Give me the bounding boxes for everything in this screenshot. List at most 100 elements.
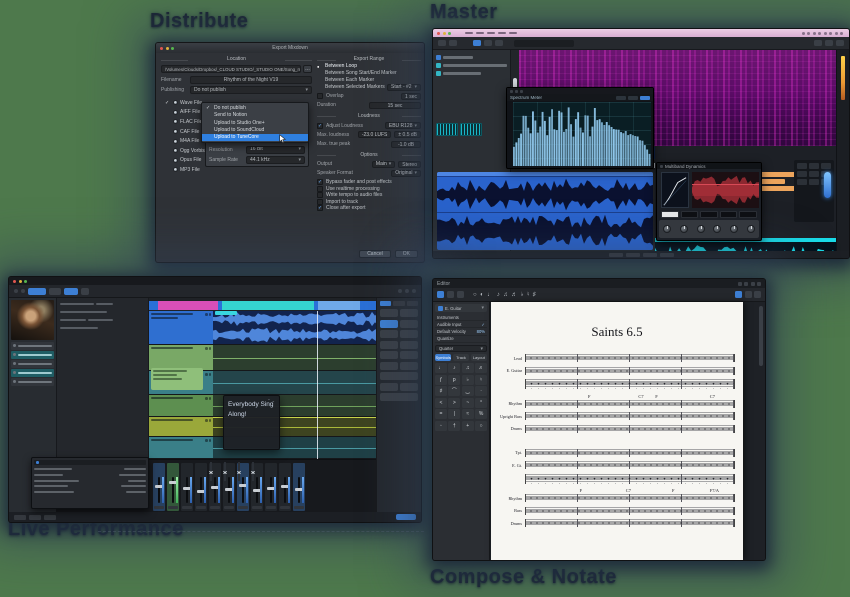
track-header[interactable]	[149, 437, 213, 459]
clip-thumbnails[interactable]	[436, 123, 507, 136]
staff[interactable]	[525, 425, 735, 433]
symbol-button[interactable]: ♪	[448, 363, 460, 373]
patch-tabs[interactable]	[380, 301, 418, 306]
sidebar-tab[interactable]: Track	[453, 354, 469, 361]
value-displays[interactable]	[661, 211, 757, 218]
mini-window-titlebar[interactable]	[34, 460, 146, 465]
mixer-channel[interactable]	[195, 463, 207, 511]
play-button[interactable]	[28, 288, 46, 295]
note-duration-button[interactable]: ♭	[521, 290, 524, 300]
max-loudness-value[interactable]: -23.0 LUFS	[358, 131, 392, 138]
checkbox-icon[interactable]	[317, 192, 323, 198]
timeline-ruler[interactable]	[149, 301, 378, 310]
setlist-item[interactable]	[11, 378, 54, 386]
lyrics-overlay[interactable]: ⌃⌄ Everybody Sing Along!	[223, 395, 280, 450]
export-path-field[interactable]: /Volumes/Clouds/Dropbox/_CLOUD STUDIO/_S…	[161, 65, 301, 73]
ok-button[interactable]: OK	[395, 250, 418, 258]
setting-row[interactable]: Instruments	[435, 314, 487, 321]
mixer-channel[interactable]	[279, 463, 291, 511]
symbol-button[interactable]: ~	[462, 398, 474, 408]
knob[interactable]	[730, 225, 738, 233]
setlist-item[interactable]	[11, 369, 54, 377]
symbol-button[interactable]: ◦	[435, 421, 447, 431]
setting-row[interactable]: Audible Input ✓	[435, 321, 487, 328]
publishing-menu-item[interactable]: Upload to TuneCore	[202, 134, 308, 141]
entry-tool[interactable]	[457, 291, 464, 298]
symbol-button[interactable]: †	[448, 421, 460, 431]
tool-icon[interactable]	[438, 40, 446, 46]
tuplet-tool[interactable]	[745, 291, 752, 298]
samplerate-dropdown[interactable]: 44.1 kHz ▾	[246, 156, 305, 164]
sidebar-tab[interactable]: Symbols	[435, 354, 451, 361]
spectrum-options[interactable]	[616, 96, 650, 100]
mixer-channel[interactable]	[265, 463, 277, 511]
staff[interactable]	[525, 519, 735, 527]
knob[interactable]	[713, 225, 721, 233]
symbol-button[interactable]: ≈	[462, 409, 474, 419]
tool-icon[interactable]	[21, 289, 25, 293]
note-duration-button[interactable]: ♯	[533, 290, 536, 300]
staff[interactable]	[525, 461, 735, 469]
overlap-checkbox[interactable]	[317, 93, 323, 99]
tool-icon[interactable]	[398, 289, 402, 293]
menu-items[interactable]	[465, 32, 517, 35]
note-duration-button[interactable]: ◐	[480, 290, 484, 300]
loudness-tolerance[interactable]: ± 0.5 dB	[394, 131, 421, 138]
master-audio-track[interactable]	[437, 172, 653, 250]
symbol-button[interactable]: |	[448, 409, 460, 419]
track-item[interactable]	[436, 69, 507, 77]
symbol-button[interactable]: ♩	[435, 363, 447, 373]
fader-glow[interactable]	[824, 172, 831, 198]
tool-icon[interactable]	[473, 40, 481, 46]
section-label-pill[interactable]	[215, 311, 237, 315]
editor-titlebar[interactable]: Editor	[433, 279, 765, 288]
option-checkbox-row[interactable]: ✓ Close after export	[317, 205, 421, 212]
track-lane[interactable]	[213, 311, 378, 345]
record-button[interactable]	[64, 288, 78, 295]
note-duration-button[interactable]: ♫	[503, 290, 508, 300]
loudness-mode-dropdown[interactable]: EBU R128 ▾	[385, 122, 421, 129]
symbol-button[interactable]: ♮	[475, 375, 487, 385]
track-lane[interactable]	[213, 371, 378, 395]
quantize-dropdown[interactable]: Quarter ▾	[435, 345, 487, 353]
symbol-button[interactable]: ♭	[462, 375, 474, 385]
setting-row[interactable]: Default Velocity 80%	[435, 328, 487, 335]
symbol-button[interactable]: ○	[475, 421, 487, 431]
true-peak-value[interactable]: -1.0 dB	[391, 141, 421, 148]
note-duration-button[interactable]: ♮	[527, 290, 529, 300]
staff[interactable]	[525, 354, 735, 362]
plugin-titlebar[interactable]: Multiband Dynamics	[657, 163, 761, 169]
mixer-channel[interactable]	[237, 463, 249, 511]
transport-bar[interactable]	[433, 251, 849, 258]
mixer-channel[interactable]	[223, 463, 235, 511]
track-header[interactable]	[149, 311, 213, 345]
checkbox-icon[interactable]	[317, 186, 323, 192]
tool-icon[interactable]	[14, 289, 18, 293]
mixer-channel[interactable]	[251, 463, 263, 511]
window-controls[interactable]	[437, 32, 451, 35]
symbol-button[interactable]: °	[475, 398, 487, 408]
track-header[interactable]	[149, 395, 213, 417]
mixer-channel[interactable]	[209, 463, 221, 511]
tool-icon[interactable]	[495, 40, 503, 46]
tie-tool[interactable]	[735, 291, 742, 298]
instrument-selector[interactable]: E. Guitar ▾	[435, 304, 487, 312]
mixer-channel-selected[interactable]	[167, 463, 179, 511]
adjust-loudness-checkbox[interactable]: ✓	[317, 123, 323, 129]
marker-range-dropdown[interactable]: Start - #2 ▾	[387, 84, 421, 91]
track-header[interactable]	[149, 417, 213, 437]
track-item[interactable]	[436, 61, 507, 69]
stop-button[interactable]	[49, 288, 61, 295]
window-titlebar[interactable]	[9, 277, 421, 285]
section-marker[interactable]	[318, 301, 359, 310]
publishing-menu-item[interactable]: Send to Notion	[202, 112, 308, 119]
symbol-button[interactable]: ƒ	[435, 375, 447, 385]
spectrum-meter-window[interactable]: Spectrum Meter	[506, 87, 654, 169]
track-list-header[interactable]	[436, 53, 507, 61]
knob[interactable]	[680, 225, 688, 233]
resolution-dropdown[interactable]: 16 Bit ▾	[246, 146, 305, 154]
symbol-button[interactable]: ‿	[462, 386, 474, 396]
browse-button[interactable]: …	[303, 65, 312, 73]
symbol-button[interactable]: ⌒	[448, 386, 460, 396]
symbol-button[interactable]: %	[475, 409, 487, 419]
